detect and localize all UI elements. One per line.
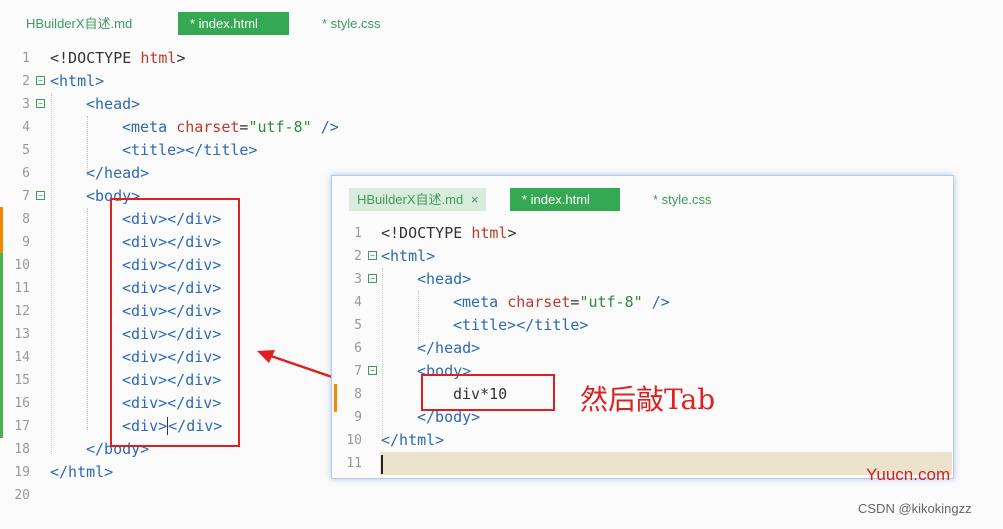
popup-code-line-5: <title></title> — [453, 316, 589, 334]
line-number: 15 — [14, 373, 30, 388]
watermark: Yuucn.com — [866, 465, 951, 484]
tab-bar: HBuilderX自述.md * index.html * style.css — [0, 0, 1003, 44]
line-number: 3 — [22, 97, 30, 112]
line-number: 10 — [14, 258, 30, 273]
tab-readme[interactable]: HBuilderX自述.md — [26, 12, 132, 35]
line-number: 6 — [354, 341, 362, 356]
popup-tab-readme[interactable]: HBuilderX自述.md × — [349, 188, 487, 211]
indent-guide — [87, 208, 88, 430]
line-number: 8 — [22, 212, 30, 227]
typed-text-box — [421, 374, 555, 411]
popup-tab-style-css[interactable]: * style.css — [653, 188, 712, 211]
line-number: 2 — [22, 74, 30, 89]
fold-icon[interactable]: − — [36, 99, 45, 108]
line-number: 4 — [354, 295, 362, 310]
indent-guide — [382, 268, 383, 438]
line-number: 10 — [346, 433, 362, 448]
line-number: 11 — [14, 281, 30, 296]
line-number: 5 — [22, 143, 30, 158]
popup-code-line-4: <meta charset="utf-8" /> — [453, 293, 670, 311]
line-number: 17 — [14, 419, 30, 434]
tab-style-css[interactable]: * style.css — [322, 12, 381, 35]
popup-code-line-10: </html> — [381, 431, 445, 449]
popup-tab-readme-label: HBuilderX自述.md — [357, 192, 464, 207]
popup-code-line-3: <head> — [417, 270, 472, 288]
popup-code-line-1: <!DOCTYPE html> — [381, 224, 517, 242]
popup-code-line-6: </head> — [417, 339, 481, 357]
line-number: 18 — [14, 442, 30, 457]
line-number: 19 — [14, 465, 30, 480]
line-number: 3 — [354, 272, 362, 287]
code-line-1: <!DOCTYPE html> — [50, 49, 186, 67]
caption: 然后敲Tab — [580, 383, 716, 416]
line-number: 12 — [14, 304, 30, 319]
highlight-box — [110, 198, 240, 447]
line-number: 20 — [14, 488, 30, 503]
modified-marker — [334, 384, 337, 412]
credit: CSDN @kikokingzz — [858, 501, 972, 516]
fold-icon[interactable]: − — [368, 251, 377, 260]
fold-icon[interactable]: − — [368, 274, 377, 283]
line-number: 1 — [354, 226, 362, 241]
line-number: 13 — [14, 327, 30, 342]
close-icon[interactable]: × — [471, 192, 479, 207]
popup-code-line-2: <html> — [381, 247, 436, 265]
line-number: 2 — [354, 249, 362, 264]
line-number: 16 — [14, 396, 30, 411]
code-line-4: <meta charset="utf-8" /> — [122, 118, 339, 136]
fold-icon[interactable]: − — [368, 366, 377, 375]
line-number: 7 — [22, 189, 30, 204]
line-number: 7 — [354, 364, 362, 379]
popup-editor: HBuilderX自述.md × * index.html * style.cs… — [331, 175, 954, 479]
line-number: 6 — [22, 166, 30, 181]
fold-icon[interactable]: − — [36, 191, 45, 200]
text-cursor — [381, 455, 383, 474]
popup-tab-index-html[interactable]: * index.html — [510, 188, 620, 211]
code-line-6: </head> — [86, 164, 150, 182]
code-line-2: <html> — [50, 72, 105, 90]
line-number: 9 — [22, 235, 30, 250]
code-line-5: <title></title> — [122, 141, 258, 159]
code-line-3: <head> — [86, 95, 141, 113]
line-number: 14 — [14, 350, 30, 365]
line-number: 4 — [22, 120, 30, 135]
line-number: 1 — [22, 51, 30, 66]
code-line-19: </html> — [50, 463, 114, 481]
fold-icon[interactable]: − — [36, 76, 45, 85]
line-number: 11 — [346, 456, 362, 471]
tab-index-html[interactable]: * index.html — [178, 12, 289, 35]
indent-guide — [51, 93, 52, 454]
line-number: 5 — [354, 318, 362, 333]
line-number: 9 — [354, 410, 362, 425]
